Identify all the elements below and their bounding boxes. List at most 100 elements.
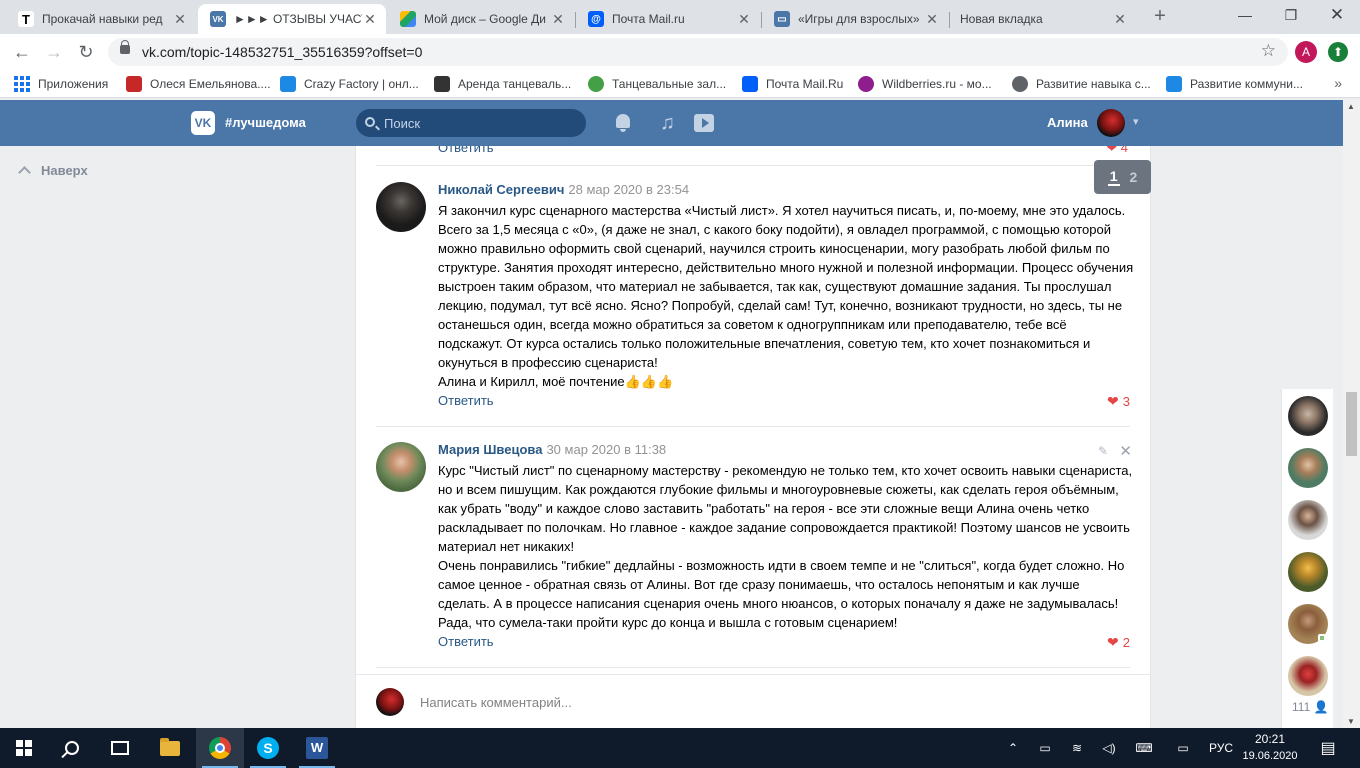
browser-tab-2[interactable]: VK ►►► ОТЗЫВЫ УЧАСТ ✕ <box>198 4 386 34</box>
members-count[interactable]: 111 👤 <box>1292 700 1329 714</box>
like-button[interactable]: ❤ 4 <box>1106 146 1128 156</box>
bookmark-item[interactable]: Олеся Емельянова.... <box>126 76 271 92</box>
close-tab-icon[interactable]: ✕ <box>736 11 752 28</box>
vk-brand[interactable]: #лучшедома <box>225 115 306 130</box>
close-tab-icon[interactable]: ✕ <box>172 11 188 28</box>
scroll-up-button[interactable]: Наверх <box>18 163 88 179</box>
vk-search[interactable] <box>356 109 586 137</box>
browser-tab-1[interactable]: T Прокачай навыки ред ✕ <box>6 4 196 34</box>
author-name[interactable]: Николай Сергеевич 28 мар 2020 в 23:54 <box>438 182 689 197</box>
taskbar-search-button[interactable] <box>48 728 96 768</box>
restore-button[interactable]: ❐ <box>1268 0 1314 30</box>
bookmark-star-icon[interactable]: ☆ <box>1261 41 1276 61</box>
close-tab-icon[interactable]: ✕ <box>1112 11 1128 28</box>
page-scrollbar[interactable]: ▲ ▼ <box>1343 100 1360 728</box>
author-link[interactable]: Мария Швецова <box>438 442 542 457</box>
user-avatar[interactable] <box>1097 109 1125 137</box>
bookmark-item[interactable]: Почта Mail.Ru <box>742 76 843 92</box>
author-avatar[interactable] <box>376 442 426 492</box>
reply-link[interactable]: Ответить <box>438 634 494 649</box>
member-avatar[interactable] <box>1288 500 1328 540</box>
page-2-link[interactable]: 2 <box>1130 169 1138 185</box>
extension-icon[interactable]: ⬆ <box>1328 42 1348 62</box>
profile-avatar[interactable]: A <box>1295 41 1317 63</box>
member-avatar[interactable] <box>1288 552 1328 592</box>
author-name[interactable]: Мария Швецова 30 мар 2020 в 11:38 <box>438 442 666 457</box>
notifications-icon[interactable]: ▤ <box>1316 728 1340 768</box>
post-date[interactable]: 30 мар 2020 в 11:38 <box>546 442 666 457</box>
bookmark-apps[interactable]: Приложения <box>14 76 108 92</box>
close-window-button[interactable]: ✕ <box>1314 0 1360 30</box>
author-link[interactable]: Николай Сергеевич <box>438 182 564 197</box>
like-button[interactable]: ❤ 2 <box>1107 634 1130 651</box>
bookmark-icon <box>588 76 604 92</box>
display-icon[interactable]: ▭ <box>1170 728 1196 768</box>
chevron-down-icon[interactable]: ▾ <box>1133 115 1139 128</box>
music-note-icon[interactable]: ♫ <box>660 112 684 134</box>
heart-icon: ❤ <box>1106 146 1121 155</box>
close-tab-icon[interactable]: ✕ <box>362 11 378 28</box>
browser-tab-5[interactable]: ▭ «Игры для взрослых» ✕ <box>762 4 948 34</box>
taskbar-explorer[interactable] <box>146 728 194 768</box>
close-tab-icon[interactable]: ✕ <box>550 11 566 28</box>
vk-icon: VK <box>210 11 226 27</box>
bookmark-item[interactable]: Crazy Factory | онл... <box>280 76 419 92</box>
wifi-icon[interactable]: ≋ <box>1066 728 1088 768</box>
comment-input[interactable] <box>420 692 1100 712</box>
back-button[interactable]: ← <box>10 41 34 63</box>
reply-link[interactable]: Ответить <box>438 393 494 408</box>
keyboard-icon[interactable]: ⌨ <box>1130 728 1158 768</box>
bookmark-item[interactable]: Танцевальные зал... <box>588 76 726 92</box>
forward-button[interactable]: → <box>42 41 66 63</box>
start-button[interactable] <box>0 728 48 768</box>
volume-icon[interactable]: ◁) <box>1098 728 1120 768</box>
browser-tab-6[interactable]: Новая вкладка ✕ <box>950 4 1136 34</box>
edit-pencil-icon[interactable]: ✎ <box>1098 444 1108 458</box>
member-avatar[interactable] <box>1288 448 1328 488</box>
bookmark-icon <box>280 76 296 92</box>
more-bookmarks-icon[interactable]: » <box>1334 75 1342 91</box>
member-avatar[interactable] <box>1288 396 1328 436</box>
new-tab-button[interactable]: + <box>1150 5 1170 28</box>
task-view-button[interactable] <box>96 728 144 768</box>
scroll-down-arrow-icon[interactable]: ▼ <box>1347 717 1355 726</box>
browser-tab-strip: T Прокачай навыки ред ✕ VK ►►► ОТЗЫВЫ УЧ… <box>0 0 1360 34</box>
bookmark-item[interactable]: Аренда танцеваль... <box>434 76 571 92</box>
system-clock[interactable]: 20:21 19.06.2020 <box>1240 731 1300 765</box>
page-1-link[interactable]: 1 <box>1107 168 1120 186</box>
member-avatar[interactable] <box>1288 604 1328 644</box>
battery-icon[interactable]: ▭ <box>1034 728 1056 768</box>
user-name[interactable]: Алина <box>1047 115 1088 130</box>
like-button[interactable]: ❤ 3 <box>1107 393 1130 410</box>
search-input[interactable] <box>384 114 574 132</box>
close-tab-icon[interactable]: ✕ <box>924 11 940 28</box>
url-text[interactable]: vk.com/topic-148532751_35516359?offset=0 <box>142 44 422 60</box>
tray-chevron-up-icon[interactable]: ⌃ <box>1002 728 1024 768</box>
video-play-icon[interactable] <box>692 112 716 134</box>
notifications-bell-icon[interactable] <box>612 112 636 134</box>
minimize-button[interactable]: — <box>1222 0 1268 30</box>
vk-logo[interactable]: VK <box>191 111 215 135</box>
bookmark-item[interactable]: Развитие навыка с... <box>1012 76 1151 92</box>
browser-tab-3[interactable]: Мой диск – Google Ди ✕ <box>388 4 574 34</box>
taskbar-word[interactable]: W <box>293 728 341 768</box>
delete-icon[interactable]: ✕ <box>1119 442 1132 460</box>
scrollbar-thumb[interactable] <box>1346 392 1357 456</box>
bookmark-item[interactable]: Развитие коммуни... <box>1166 76 1303 92</box>
browser-tab-4[interactable]: @ Почта Mail.ru ✕ <box>576 4 760 34</box>
reply-link[interactable]: Ответить <box>438 146 494 155</box>
member-avatar[interactable] <box>1288 656 1328 696</box>
reload-button[interactable]: ↻ <box>74 41 98 63</box>
author-avatar[interactable] <box>376 182 426 232</box>
taskbar-skype[interactable]: S <box>244 728 292 768</box>
page-switcher: 1 2 <box>1094 160 1151 194</box>
post-date[interactable]: 28 мар 2020 в 23:54 <box>568 182 689 197</box>
post-paragraph: Я закончил курс сценарного мастерства «Ч… <box>438 203 1134 370</box>
clock-date: 19.06.2020 <box>1242 750 1298 762</box>
google-drive-icon <box>400 11 416 27</box>
address-bar[interactable]: vk.com/topic-148532751_35516359?offset=0… <box>108 38 1288 66</box>
bookmark-item[interactable]: Wildberries.ru - мо... <box>858 76 992 92</box>
taskbar-chrome[interactable] <box>196 728 244 768</box>
scroll-up-arrow-icon[interactable]: ▲ <box>1347 102 1355 111</box>
language-indicator[interactable]: РУС <box>1204 728 1238 768</box>
